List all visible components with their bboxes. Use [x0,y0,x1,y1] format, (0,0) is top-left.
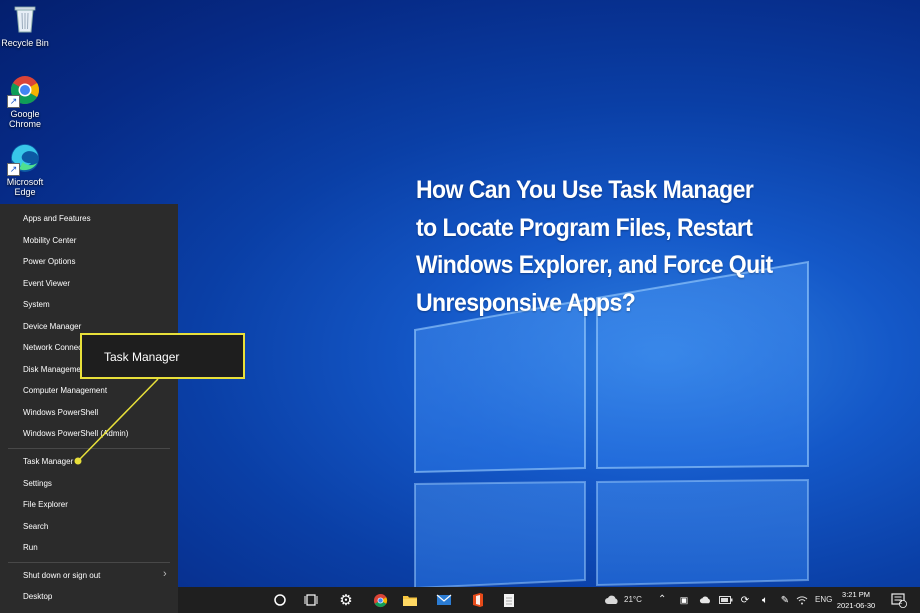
menu-item-run[interactable]: Run [23,541,38,555]
callout-label: Task Manager [104,350,180,364]
task-view-icon[interactable] [302,591,320,609]
headline-line: How Can You Use Task Manager [416,176,754,204]
weather-temperature[interactable]: 21°C [624,587,642,613]
recycle-bin-icon [9,3,41,35]
chrome-taskbar-icon[interactable] [371,591,389,609]
menu-item-event-viewer[interactable]: Event Viewer [23,277,70,291]
desktop-icon-chrome[interactable]: ↗ Google Chrome [0,74,50,129]
pen-icon[interactable]: ✎ [776,591,794,609]
weather-cloud-icon[interactable] [603,591,621,609]
battery-icon[interactable] [717,591,735,609]
shortcut-arrow-icon: ↗ [7,163,20,176]
cortana-icon[interactable] [271,591,289,609]
desktop-icon-label: Google Chrome [8,109,41,129]
meet-now-icon[interactable]: ▣ [675,591,693,609]
headline-line: Unresponsive Apps? [416,288,636,317]
sync-icon[interactable]: ⟳ [736,591,754,609]
menu-item-search[interactable]: Search [23,520,48,534]
clock-date: 2021-06-30 [836,601,876,610]
task-manager-callout: Task Manager [80,333,245,379]
notification-count: 2 [899,600,903,606]
power-user-menu: Apps and Features Mobility Center Power … [0,204,178,613]
clock-time: 3:21 PM [842,590,870,599]
menu-item-settings[interactable]: Settings [23,477,52,491]
menu-separator [8,448,170,449]
shortcut-arrow-icon: ↗ [7,95,20,108]
menu-item-desktop[interactable]: Desktop [23,590,52,604]
chevron-right-icon: › [163,568,167,580]
desktop-icon-edge[interactable]: ↗ Microsoft Edge [0,142,50,197]
system-clock[interactable]: 3:21 PM 2021-06-30 [827,589,885,611]
menu-separator [8,562,170,563]
menu-item-disk-management[interactable]: Disk Management [23,363,87,377]
menu-item-apps-features[interactable]: Apps and Features [23,212,91,226]
menu-item-device-manager[interactable]: Device Manager [23,320,81,334]
taskbar: ⚙ 21°C ⌃ ▣ ⟳ 🔈︎ ✎ ENG 3:21 PM 2021-06-30… [178,587,920,613]
speaker-icon[interactable]: 🔈︎ [756,591,774,609]
onedrive-cloud-icon[interactable] [696,591,714,609]
office-icon[interactable] [469,591,487,609]
menu-item-task-manager[interactable]: Task Manager [23,455,73,469]
edge-icon: ↗ [7,142,41,176]
desktop-icon-recycle-bin[interactable]: Recycle Bin [0,3,50,48]
chevron-up-icon[interactable]: ⌃ [658,587,666,613]
desktop-icon-label: Microsoft Edge [6,177,44,197]
menu-item-shut-down[interactable]: Shut down or sign out [23,569,100,583]
headline-line: to Locate Program Files, Restart [416,213,753,242]
file-explorer-icon[interactable] [401,591,419,609]
chrome-icon: ↗ [7,74,41,108]
menu-item-computer-management[interactable]: Computer Management [23,384,107,398]
menu-item-power-options[interactable]: Power Options [23,255,75,269]
notification-icon[interactable]: 2 [890,591,908,609]
headline-text: How Can You Use Task Manager to Locate P… [416,172,848,322]
headline-line: Windows Explorer, and Force Quit [416,251,773,279]
mail-icon[interactable] [435,591,453,609]
menu-item-windows-powershell-admin[interactable]: Windows PowerShell (Admin) [23,427,128,441]
settings-gear-icon[interactable]: ⚙ [337,591,355,609]
notepad-icon[interactable] [500,591,518,609]
menu-item-windows-powershell[interactable]: Windows PowerShell [23,406,98,420]
wifi-icon[interactable] [793,591,811,609]
menu-item-system[interactable]: System [23,298,50,312]
menu-item-file-explorer[interactable]: File Explorer [23,498,68,512]
menu-item-mobility-center[interactable]: Mobility Center [23,234,76,248]
desktop-icon-label: Recycle Bin [1,38,49,48]
